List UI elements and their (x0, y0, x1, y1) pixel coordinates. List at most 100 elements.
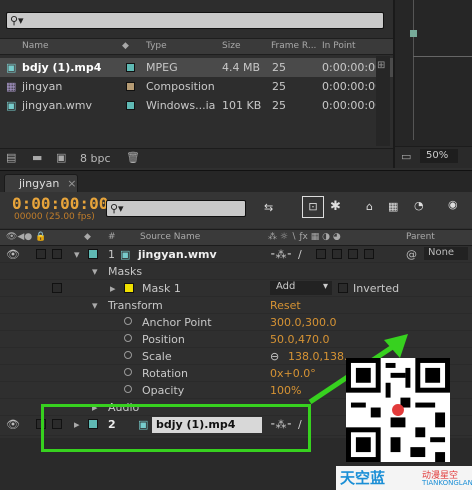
project-column-header: Name ◆ Type Size Frame R... In Point (0, 38, 393, 55)
switch-box[interactable] (316, 249, 326, 259)
stopwatch-icon[interactable] (124, 334, 132, 342)
arrow-head (384, 334, 408, 358)
project-item[interactable]: ▦ jingyan Composition 25 0:00:00:00 (0, 77, 393, 96)
label-tag-icon[interactable]: ◆ (122, 41, 129, 51)
mask-name[interactable]: Mask 1 (142, 282, 181, 295)
item-name: jingyan.wmv (22, 99, 93, 112)
item-type: Composition (146, 80, 215, 93)
property-value[interactable]: 300.0,300.0 (270, 316, 336, 329)
visibility-eye-icon[interactable]: 👁 (6, 418, 20, 431)
lock-switch[interactable] (52, 249, 62, 259)
inverted-label: Inverted (353, 282, 400, 295)
graph-editor-icon[interactable]: ◉ (448, 198, 458, 211)
switch-box[interactable] (348, 249, 358, 259)
trash-icon[interactable]: 🗑 (126, 151, 140, 164)
hide-shy-icon[interactable]: ⌂ (366, 200, 373, 213)
new-composition-icon[interactable]: ▣ (56, 151, 66, 164)
stopwatch-icon[interactable] (124, 317, 132, 325)
quality-switch[interactable]: ∕ (298, 248, 302, 261)
label-swatch[interactable] (126, 63, 135, 72)
timeline-column-header: 👁◀● 🔒 ◆ # Source Name ⁂ ☼ ∖ ƒx ▦ ◑ ◕ Par… (0, 229, 472, 246)
bpc-button[interactable]: 8 bpc (80, 152, 111, 165)
property-name: Scale (142, 350, 172, 363)
tab-label: jingyan (19, 177, 60, 190)
solo-switch[interactable] (36, 249, 46, 259)
reset-link[interactable]: Reset (270, 299, 301, 312)
col-num: # (108, 232, 116, 242)
transform-group-row[interactable]: ▾ Transform Reset (0, 297, 472, 314)
qr-code (346, 358, 450, 462)
col-inpoint[interactable]: In Point (322, 41, 356, 51)
new-folder-icon[interactable]: ▬ (32, 151, 42, 164)
col-source-name[interactable]: Source Name (140, 232, 200, 242)
tab-jingyan[interactable]: jingyan × (4, 174, 78, 192)
logo-subtitle: TIANKONGLAN (422, 479, 472, 487)
masks-group-row[interactable]: ▾ Masks (0, 263, 472, 280)
property-value[interactable]: 100% (270, 384, 301, 397)
project-item[interactable]: ▣ bdjy (1).mp4 MPEG 4.4 MB 25 0:00:00:00 (0, 58, 393, 77)
close-icon[interactable]: × (67, 177, 76, 190)
col-name[interactable]: Name (22, 41, 49, 51)
expand-triangle-icon[interactable]: ▾ (92, 265, 98, 278)
layer-name[interactable]: jingyan.wmv (138, 248, 217, 261)
stopwatch-icon[interactable] (124, 351, 132, 359)
label-swatch[interactable] (126, 82, 135, 91)
label-swatch[interactable] (88, 249, 98, 259)
flowchart-icon[interactable]: ⊞ (377, 60, 385, 71)
item-name: bdjy (1).mp4 (22, 61, 102, 74)
av-features-icons: 👁◀● 🔒 (6, 232, 47, 242)
switch-box[interactable] (332, 249, 342, 259)
pickwhip-icon[interactable]: @ (406, 248, 417, 261)
stopwatch-icon[interactable] (124, 368, 132, 376)
col-parent: Parent (406, 232, 435, 242)
zoom-dropdown[interactable]: 50% (420, 149, 458, 163)
expand-triangle-icon[interactable]: ▾ (74, 248, 80, 261)
col-type[interactable]: Type (146, 41, 167, 51)
item-type: MPEG (146, 61, 178, 74)
magnify-icon[interactable]: ▭ (401, 150, 411, 163)
comp-mini-flowchart-icon[interactable]: ⇆ (264, 201, 273, 214)
interpret-footage-icon[interactable]: ▤ (6, 151, 16, 164)
stopwatch-icon[interactable] (124, 385, 132, 393)
watermark-logo: 天空蓝 动漫星空 TIANKONGLAN (336, 466, 472, 490)
project-item[interactable]: ▣ jingyan.wmv Windows...ia 101 KB 25 0:0… (0, 96, 393, 115)
label-swatch[interactable] (126, 101, 135, 110)
project-search-input[interactable]: ⚲▾ (6, 12, 384, 29)
video-file-icon: ▣ (6, 99, 17, 112)
lock-switch[interactable] (52, 283, 62, 293)
col-size[interactable]: Size (222, 41, 240, 51)
mask-row[interactable]: ▸ Mask 1 Add ▾ Inverted (0, 280, 472, 297)
mask-color-swatch[interactable] (124, 283, 134, 293)
mask-mode-dropdown[interactable]: Add ▾ (270, 281, 332, 295)
item-size: 101 KB (222, 99, 262, 112)
property-name: Position (142, 333, 185, 346)
live-update-icon[interactable]: ⊡ (302, 196, 324, 218)
expand-triangle-icon[interactable]: ▾ (92, 299, 98, 312)
frame-blending-icon[interactable]: ▦ (388, 200, 398, 213)
layer-row[interactable]: 👁 ▾ 1 ▣ jingyan.wmv ⁃⁂⁃ ∕ @ None (0, 246, 472, 263)
draft-3d-icon[interactable]: ✱ (330, 199, 341, 214)
item-inpoint: 0:00:00:00 (322, 99, 383, 112)
item-size: 4.4 MB (222, 61, 261, 74)
viewer-slider-handle[interactable] (410, 30, 417, 37)
inverted-checkbox[interactable] (338, 283, 348, 293)
motion-blur-icon[interactable]: ◔ (414, 199, 424, 212)
parent-dropdown[interactable]: None (424, 247, 468, 260)
chevron-down-icon: ▾ (322, 281, 328, 292)
shy-switch[interactable]: ⁃⁂⁃ (270, 248, 292, 261)
switches-icons: ⁂ ☼ ∖ ƒx ▦ ◑ ◕ (268, 232, 341, 242)
item-fps: 25 (272, 99, 286, 112)
switch-box[interactable] (364, 249, 374, 259)
label-tag-icon[interactable]: ◆ (84, 232, 91, 242)
visibility-eye-icon[interactable]: 👁 (6, 248, 20, 261)
item-name: jingyan (22, 80, 63, 93)
constrain-link-icon[interactable]: ⊖ (270, 350, 279, 363)
timeline-search-input[interactable]: ⚲▾ (106, 200, 246, 217)
col-fps[interactable]: Frame R... (271, 41, 316, 51)
viewer-slider-track (413, 0, 414, 140)
collapse-triangle-icon[interactable]: ▸ (110, 282, 116, 295)
layer-number: 1 (108, 248, 115, 261)
property-row[interactable]: Anchor Point 300.0,300.0 (0, 314, 472, 331)
search-icon: ⚲▾ (110, 202, 124, 215)
current-time-display[interactable]: 0:00:00:00 (12, 194, 108, 213)
